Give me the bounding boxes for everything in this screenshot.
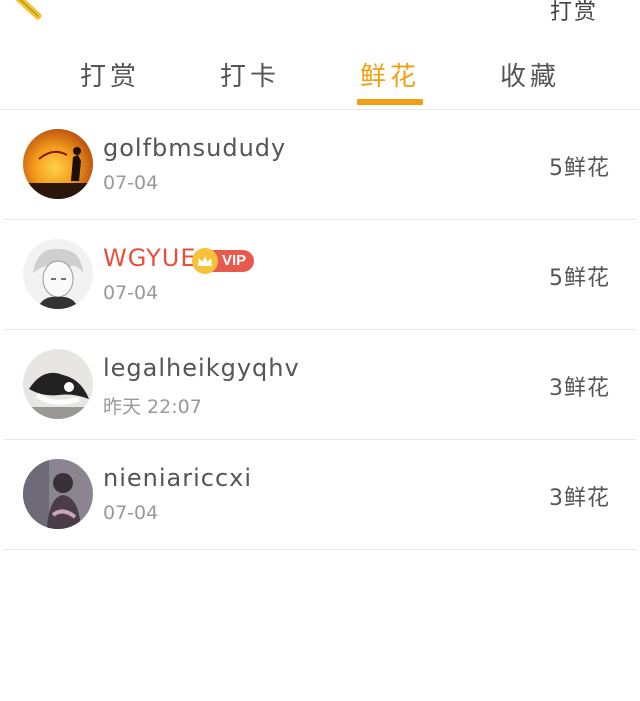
list-item[interactable]: nieniariccxi 07-04 3鲜花 [4,440,636,550]
list-item[interactable]: legalheikgyqhv 昨天 22:07 3鲜花 [4,330,636,440]
record-date: 07-04 [103,502,159,524]
username: nieniariccxi [103,464,253,492]
tab-favorites[interactable]: 收藏 [485,40,575,93]
record-date: 昨天 22:07 [103,396,202,418]
crown-icon [192,248,218,274]
tab-reward[interactable]: 打赏 [65,40,155,93]
tab-checkin[interactable]: 打卡 [205,40,295,93]
avatar[interactable] [23,349,93,419]
username: WGYUE [103,244,197,272]
avatar[interactable] [23,129,93,199]
flower-amount: 5鲜花 [549,156,610,181]
top-bar: 打赏 [0,0,640,40]
username: golfbmsududy [103,134,287,162]
list-item[interactable]: WGYUE VIP 07-04 5鲜花 [4,220,636,330]
flower-amount: 5鲜花 [549,266,610,291]
reward-action-button[interactable]: 打赏 [550,0,598,26]
username: legalheikgyqhv [103,354,300,382]
avatar[interactable] [23,239,93,309]
flower-record-list: golfbmsududy 07-04 5鲜花 WGYUE VIP 07-04 5… [0,110,640,550]
tab-flowers[interactable]: 鲜花 [345,40,435,105]
flower-amount: 3鲜花 [549,486,610,511]
record-date: 07-04 [103,282,159,304]
tab-bar: 打赏 打卡 鲜花 收藏 [0,40,640,110]
list-item[interactable]: golfbmsududy 07-04 5鲜花 [4,110,636,220]
pencil-icon[interactable] [8,0,46,24]
record-date: 07-04 [103,172,159,194]
vip-badge: VIP [192,248,255,274]
avatar[interactable] [23,459,93,529]
flower-amount: 3鲜花 [549,376,610,401]
